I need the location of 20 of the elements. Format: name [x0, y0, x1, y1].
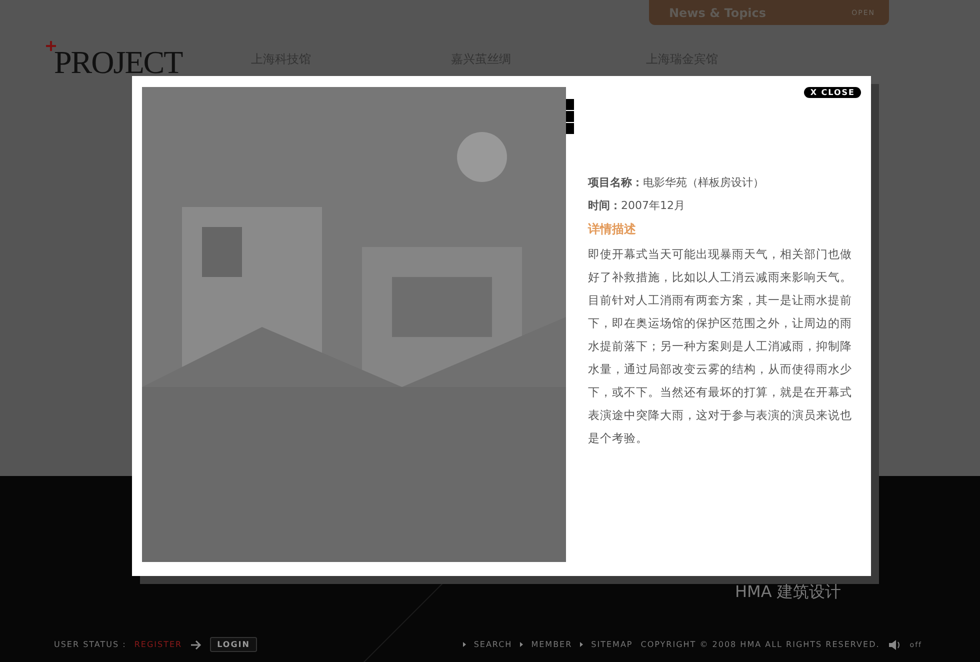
- bullet-icon: [520, 642, 524, 647]
- footer-link[interactable]: SITEMAP: [591, 640, 633, 649]
- register-link[interactable]: REGISTER: [134, 640, 182, 649]
- section-title: 详情描述: [588, 221, 637, 238]
- description-text: 即使开幕式当天可能出现暴雨天气，相关部门也做好了补救措施，比如以人工消云减雨来影响天气。目前针对人工消雨有两套方案，其一是让雨水提前下，即在奥运场馆的保护区范围之外，让周边的雨水提前落下；另一种方案则是人工消减雨，抑制降水量，通过局部改变云雾的结构，从而使得雨水少下，或不下。当然还有最坏的打算，就是在开幕式表演途中突降大雨，这对于参与表演的演员来说也是个考验。: [588, 246, 853, 447]
- bullet-icon: [580, 642, 584, 647]
- tagline: HMA 建筑设计: [735, 582, 841, 603]
- footer-link[interactable]: SEARCH: [474, 640, 512, 649]
- logo[interactable]: PROJECT: [54, 44, 182, 80]
- footer-link[interactable]: MEMBER: [531, 640, 572, 649]
- speaker-icon[interactable]: [888, 638, 902, 650]
- info-line: 项目名称：电影华苑（样板房设计）: [588, 175, 765, 191]
- info-line: 时间：2007年12月: [588, 198, 686, 214]
- login-button[interactable]: LOGIN: [210, 637, 257, 652]
- bullet-icon: [462, 642, 466, 647]
- plus-icon: [46, 41, 56, 51]
- close-button[interactable]: X CLOSE: [804, 87, 861, 98]
- copyright-text: COPYRIGHT © 2008 HMA ALL RIGHTS RESERVED.: [640, 640, 880, 649]
- user-status-label: USER STATUS :: [54, 640, 126, 649]
- arrow-icon: [190, 640, 202, 650]
